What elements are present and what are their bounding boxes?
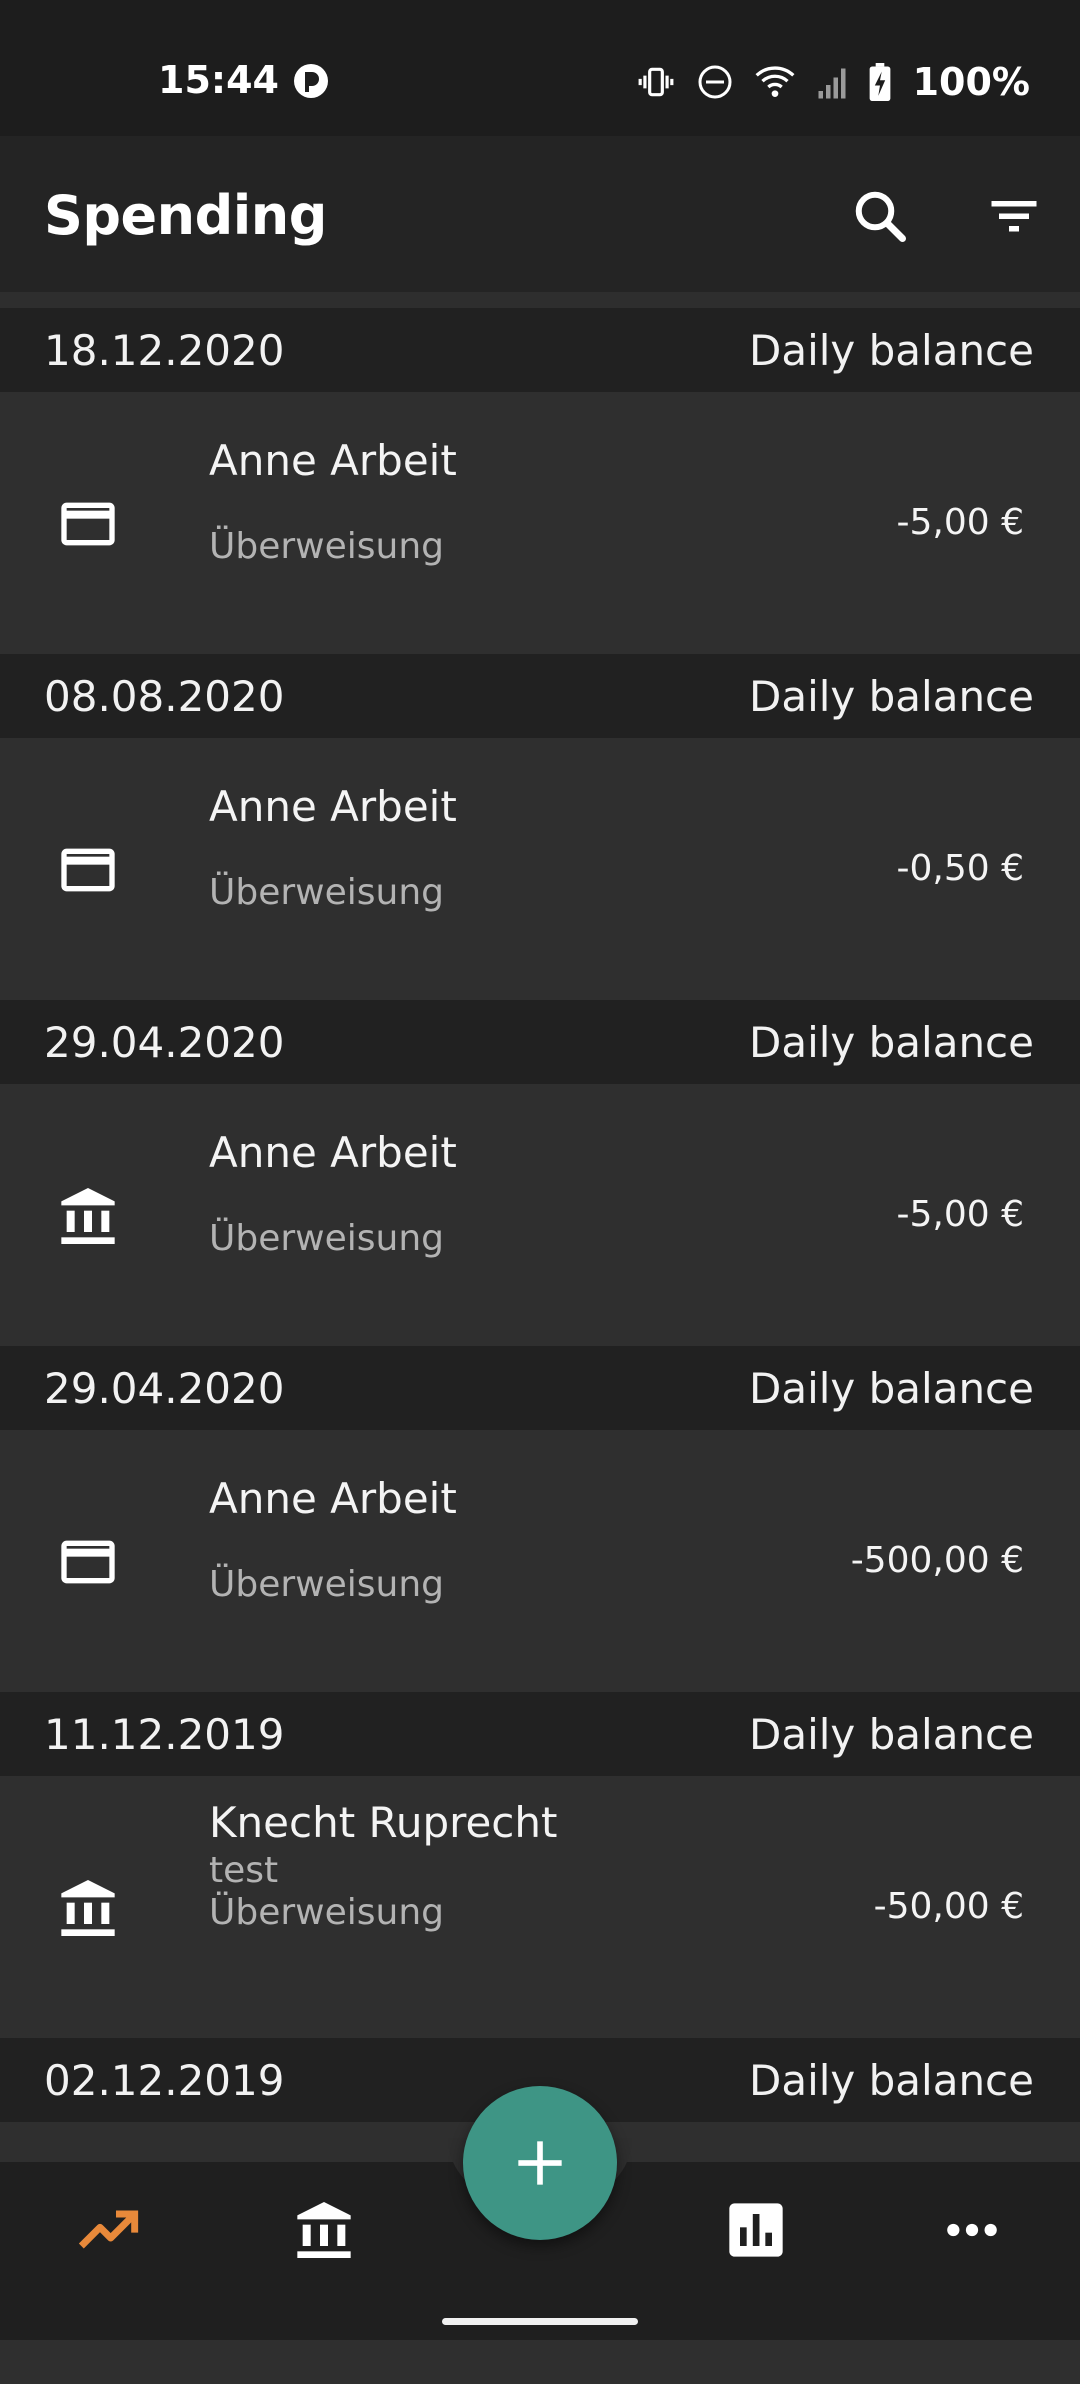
daily-balance-label[interactable]: Daily balance [749,1018,1034,1067]
daily-balance-label[interactable]: Daily balance [749,1364,1034,1413]
transaction-name: Anne Arbeit [209,436,457,485]
status-bar: 15:44 100% [0,0,1080,136]
date-header: 18.12.2020 Daily balance [0,308,1080,392]
app-bar: Spending [0,136,1080,292]
app-notification-icon [294,64,328,98]
credit-card-icon [61,848,115,892]
page-title: Spending [44,184,327,247]
transaction-amount: -5,00 € [896,502,1025,543]
add-transaction-button[interactable] [463,2086,617,2240]
transaction-type: Überweisung [209,1564,444,1605]
date-header: 11.12.2019 Daily balance [0,1692,1080,1776]
daily-balance-label[interactable]: Daily balance [749,1710,1034,1759]
transaction-item[interactable]: Anne Arbeit Überweisung -5,00 € [0,392,1080,654]
trending-up-icon[interactable] [76,2198,140,2262]
vibrate-icon [638,67,674,97]
transaction-amount: -50,00 € [873,1886,1024,1927]
transaction-item[interactable]: Anne Arbeit Überweisung -500,00 € [0,1430,1080,1692]
transaction-item[interactable]: Anne Arbeit Überweisung -0,50 € [0,738,1080,1000]
transaction-name: Anne Arbeit [209,1474,457,1523]
date-label: 02.12.2019 [44,2056,285,2105]
status-time: 15:44 [158,58,279,102]
filter-icon[interactable] [984,186,1044,246]
daily-balance-label[interactable]: Daily balance [749,326,1034,375]
transaction-type: Überweisung [209,872,444,913]
do-not-disturb-icon [698,65,732,99]
transaction-type: Überweisung [209,1218,444,1259]
wifi-icon [755,66,795,97]
transaction-list: 18.12.2020 Daily balance Anne Arbeit Übe… [0,308,1080,2384]
transaction-name: Anne Arbeit [209,1128,457,1177]
bar-chart-icon[interactable] [724,2198,788,2262]
date-label: 11.12.2019 [44,1710,285,1759]
gesture-area [0,2292,1080,2340]
credit-card-icon [61,1540,115,1584]
status-icons: 100% [637,60,1030,104]
date-label: 08.08.2020 [44,672,285,721]
date-label: 18.12.2020 [44,326,285,375]
transaction-amount: -5,00 € [896,1194,1025,1235]
date-header: 08.08.2020 Daily balance [0,654,1080,738]
search-icon[interactable] [850,186,910,246]
signal-icon [818,68,846,99]
transaction-item[interactable]: Knecht Ruprecht test Überweisung -50,00 … [0,1776,1080,2038]
transaction-name: Knecht Ruprecht [209,1798,558,1847]
gesture-handle[interactable] [442,2318,638,2325]
transaction-type: Überweisung [209,1892,444,1933]
date-label: 29.04.2020 [44,1364,285,1413]
transaction-name: Anne Arbeit [209,782,457,831]
transaction-amount: -0,50 € [896,848,1025,889]
daily-balance-label[interactable]: Daily balance [749,2056,1034,2105]
transaction-type: Überweisung [209,526,444,567]
add-icon [518,2141,562,2185]
more-icon[interactable] [940,2198,1004,2262]
bank-icon [61,1880,115,1936]
transaction-item[interactable]: Anne Arbeit Überweisung -5,00 € [0,1084,1080,1346]
bank-icon[interactable] [292,2198,356,2262]
daily-balance-label[interactable]: Daily balance [749,672,1034,721]
date-header: 29.04.2020 Daily balance [0,1000,1080,1084]
date-label: 29.04.2020 [44,1018,285,1067]
transaction-memo: test [209,1850,279,1891]
battery-charging-icon [869,63,890,101]
battery-percentage: 100% [912,60,1030,104]
credit-card-icon [61,502,115,546]
transaction-amount: -500,00 € [850,1540,1024,1581]
date-header: 29.04.2020 Daily balance [0,1346,1080,1430]
bank-icon [61,1188,115,1244]
